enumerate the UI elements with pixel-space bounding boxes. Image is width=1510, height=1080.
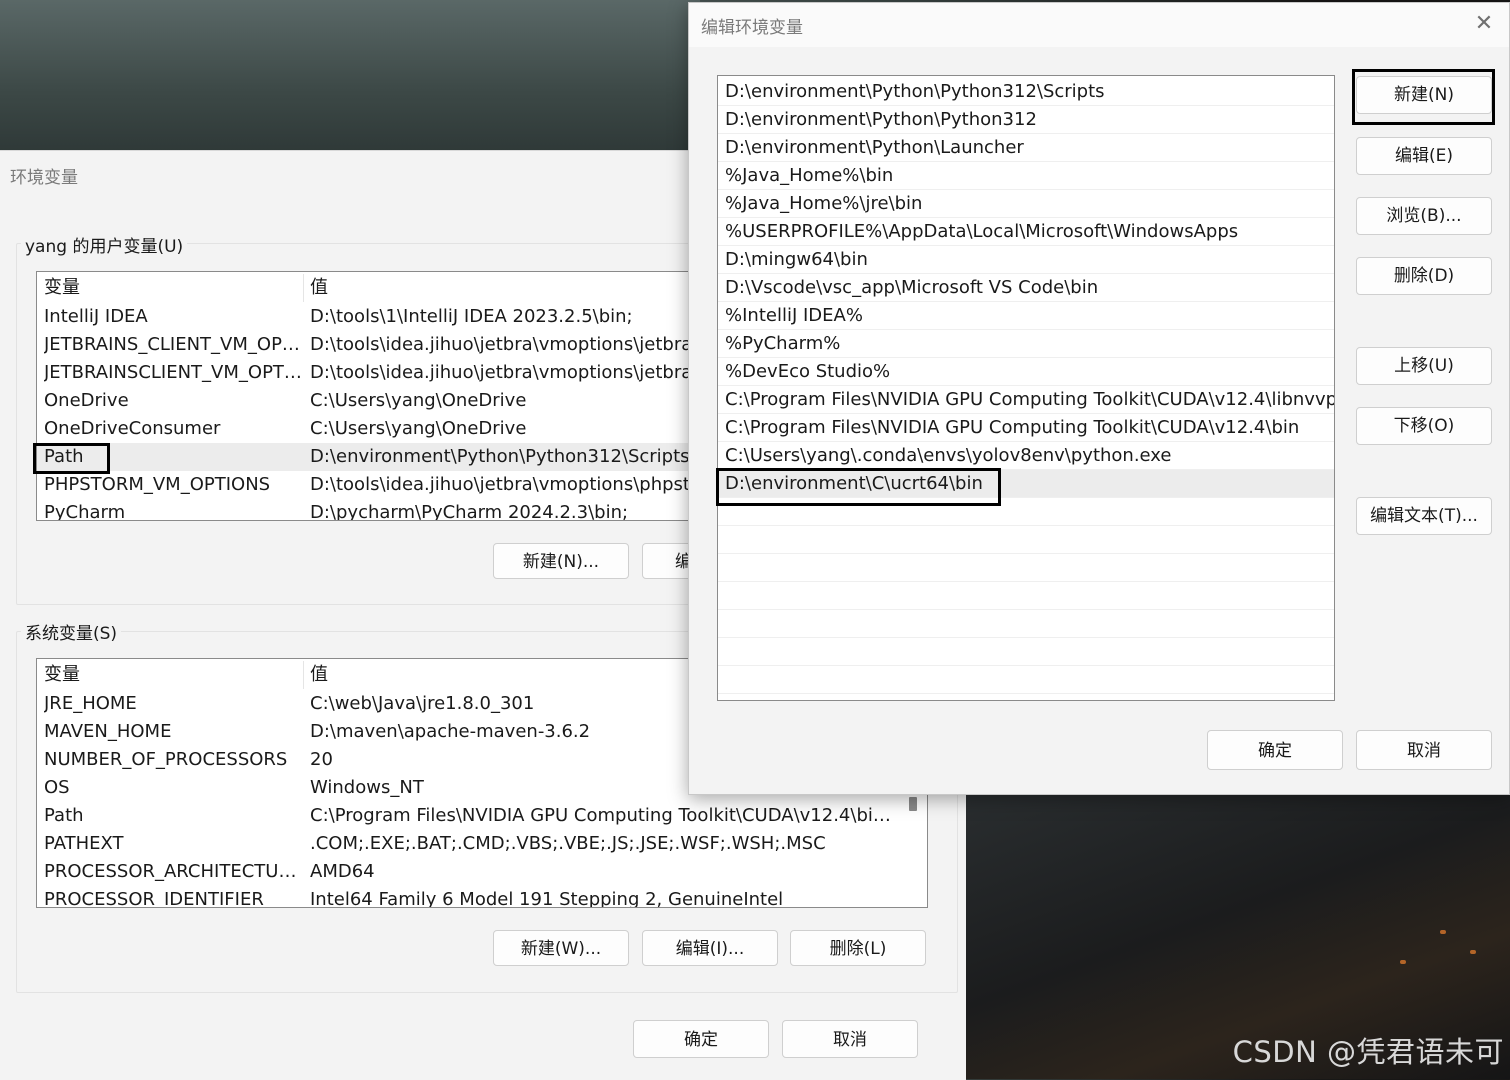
var-name: OneDriveConsumer	[44, 418, 221, 439]
empty-list-row[interactable]	[718, 638, 1334, 666]
empty-list-row[interactable]	[718, 666, 1334, 694]
list-item[interactable]: D:\environment\Python\Python312\Scripts	[718, 78, 1334, 106]
list-item[interactable]: D:\mingw64\bin	[718, 246, 1334, 274]
var-name: JETBRAINS_CLIENT_VM_OPT...	[44, 334, 302, 355]
list-item[interactable]: %PyCharm%	[718, 330, 1334, 358]
dialog-title: 编辑环境变量	[701, 18, 803, 38]
system-delete-button[interactable]: 删除(L)	[790, 930, 926, 966]
move-down-button[interactable]: 下移(O)	[1356, 407, 1492, 445]
path-highlight-box	[33, 443, 110, 474]
table-row[interactable]: PATHEXT .COM;.EXE;.BAT;.CMD;.VBS;.VBE;.JS…	[37, 830, 927, 858]
dialog-title: 环境变量	[10, 168, 78, 188]
var-name: Path	[44, 805, 84, 826]
empty-list-row[interactable]	[718, 582, 1334, 610]
delete-button[interactable]: 删除(D)	[1356, 257, 1492, 295]
list-item[interactable]: D:\Vscode\vsc_app\Microsoft VS Code\bin	[718, 274, 1334, 302]
title-bar[interactable]: 编辑环境变量 ✕	[689, 3, 1509, 47]
var-name: OS	[44, 777, 70, 798]
scrollbar-thumb[interactable]	[909, 797, 917, 811]
column-header-variable[interactable]: 变量	[44, 661, 302, 689]
list-item[interactable]: D:\environment\Python\Python312	[718, 106, 1334, 134]
wallpaper-light	[1440, 930, 1446, 934]
list-item[interactable]: %Java_Home%\bin	[718, 162, 1334, 190]
list-item[interactable]: C:\Program Files\NVIDIA GPU Computing To…	[718, 414, 1334, 442]
table-row[interactable]: Path C:\Program Files\NVIDIA GPU Computin…	[37, 802, 927, 830]
edit-environment-variable-dialog: 编辑环境变量 ✕ D:\environment\Python\Python312…	[688, 2, 1510, 795]
list-item[interactable]: C:\Users\yang\.conda\envs\yolov8env\pyth…	[718, 442, 1334, 470]
wallpaper-light	[1470, 950, 1476, 954]
list-item[interactable]: D:\environment\Python\Launcher	[718, 134, 1334, 162]
var-value: Intel64 Family 6 Model 191 Stepping 2, G…	[310, 889, 784, 908]
var-name: PHPSTORM_VM_OPTIONS	[44, 474, 271, 495]
list-item[interactable]: %DevEco Studio%	[718, 358, 1334, 386]
var-value: C:\Program Files\NVIDIA GPU Computing To…	[310, 805, 897, 826]
var-name: PATHEXT	[44, 833, 124, 854]
empty-list-row[interactable]	[718, 554, 1334, 582]
list-item[interactable]: %USERPROFILE%\AppData\Local\Microsoft\Wi…	[718, 218, 1334, 246]
table-row[interactable]: PROCESSOR_IDENTIFIER Intel64 Family 6 Mod…	[37, 886, 927, 908]
var-name: PyCharm	[44, 502, 126, 521]
user-variables-label: yang 的用户变量(U)	[21, 232, 188, 257]
cancel-button[interactable]: 取消	[1356, 730, 1492, 770]
move-up-button[interactable]: 上移(U)	[1356, 347, 1492, 385]
column-header-variable[interactable]: 变量	[44, 274, 302, 302]
list-item[interactable]: %Java_Home%\jre\bin	[718, 190, 1334, 218]
edit-text-button[interactable]: 编辑文本(T)...	[1356, 497, 1492, 535]
system-variables-label: 系统变量(S)	[21, 619, 122, 644]
var-name: OneDrive	[44, 390, 129, 411]
column-divider[interactable]	[303, 661, 304, 689]
column-divider[interactable]	[303, 274, 304, 302]
system-edit-button[interactable]: 编辑(I)...	[642, 930, 778, 966]
var-name: NUMBER_OF_PROCESSORS	[44, 749, 288, 770]
edit-button[interactable]: 编辑(E)	[1356, 137, 1492, 175]
browse-button[interactable]: 浏览(B)...	[1356, 197, 1492, 235]
new-entry-highlight-box	[716, 468, 1001, 506]
var-name: PROCESSOR_IDENTIFIER	[44, 889, 264, 908]
close-icon[interactable]: ✕	[1469, 9, 1499, 39]
list-item[interactable]: C:\Program Files\NVIDIA GPU Computing To…	[718, 386, 1334, 414]
system-new-button[interactable]: 新建(W)...	[493, 930, 629, 966]
watermark-text: CSDN @凭君语未可	[1232, 1035, 1504, 1069]
path-entries-list[interactable]: D:\environment\Python\Python312\Scripts …	[717, 75, 1335, 701]
user-new-button[interactable]: 新建(N)...	[493, 543, 629, 579]
var-name: JETBRAINSCLIENT_VM_OPTI...	[44, 362, 302, 383]
empty-list-row[interactable]	[718, 526, 1334, 554]
var-name: PROCESSOR_ARCHITECTURE	[44, 861, 302, 882]
ok-button[interactable]: 确定	[633, 1020, 769, 1058]
var-value: .COM;.EXE;.BAT;.CMD;.VBS;.VBE;.JS;.JSE;.…	[310, 833, 826, 854]
var-value: AMD64	[310, 861, 375, 882]
var-name: IntelliJ IDEA	[44, 306, 148, 327]
var-name: MAVEN_HOME	[44, 721, 172, 742]
cancel-button[interactable]: 取消	[782, 1020, 918, 1058]
wallpaper-light	[1400, 960, 1406, 964]
list-item[interactable]: %IntelliJ IDEA%	[718, 302, 1334, 330]
var-name: JRE_HOME	[44, 693, 137, 714]
table-row[interactable]: PROCESSOR_ARCHITECTURE AMD64	[37, 858, 927, 886]
empty-list-row[interactable]	[718, 610, 1334, 638]
new-button-highlight-box	[1352, 69, 1495, 125]
ok-button[interactable]: 确定	[1207, 730, 1343, 770]
desktop-wallpaper	[0, 0, 700, 155]
